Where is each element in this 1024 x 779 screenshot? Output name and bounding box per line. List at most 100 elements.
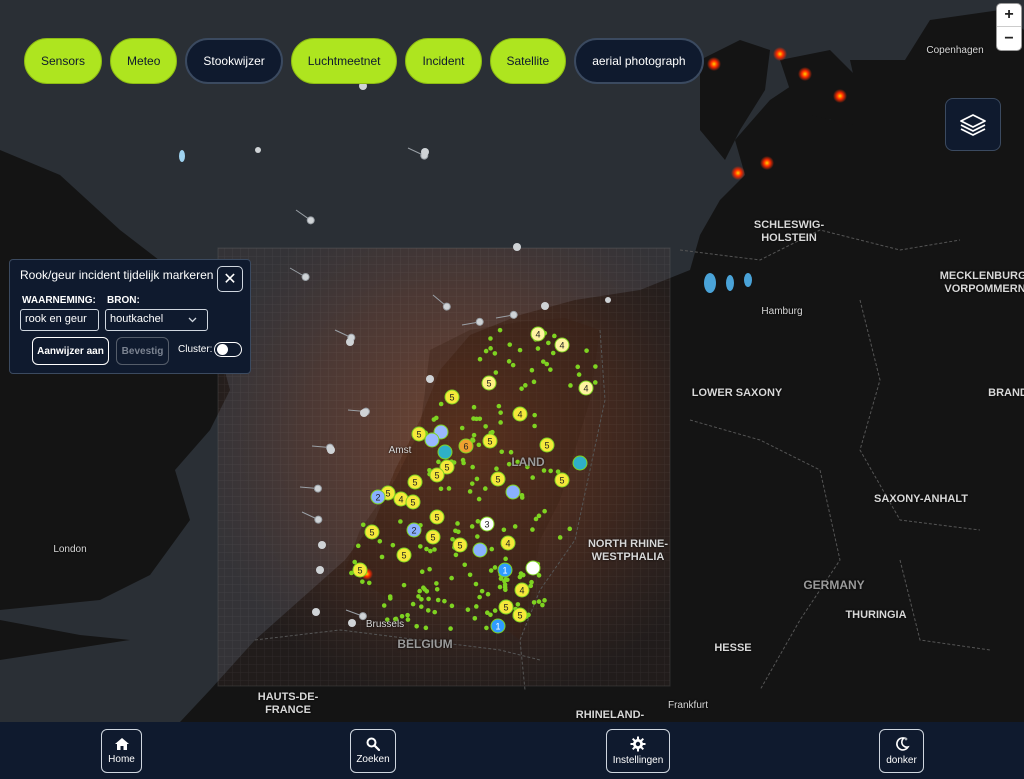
sensor-dot (469, 524, 475, 529)
sensor-dot (355, 543, 361, 549)
label-amsterdam: Amst (388, 445, 412, 456)
svg-text:5: 5 (457, 541, 462, 551)
waarneming-label: WAARNEMING: (22, 295, 96, 306)
bron-select[interactable]: houtkachel (105, 309, 208, 331)
layers-button[interactable] (945, 98, 1001, 151)
sensor-dot (484, 625, 489, 631)
sensor-dot (492, 565, 498, 570)
nav-settings-button[interactable]: Instellingen (606, 729, 670, 773)
zoom-out-button[interactable]: − (997, 27, 1021, 50)
close-button[interactable]: ✕ (217, 266, 243, 292)
cluster-toggle[interactable] (214, 342, 242, 357)
label-nrw: NORTH RHINE- WESTPHALIA (587, 538, 669, 563)
sensor-dot (467, 489, 473, 494)
sensor-dot (593, 364, 598, 369)
sensor-dot (488, 336, 493, 341)
svg-text:5: 5 (487, 437, 492, 447)
sensor-dot (435, 597, 441, 603)
svg-text:5: 5 (444, 463, 449, 473)
sensor-dot (424, 588, 430, 594)
sensor-dot (531, 379, 537, 385)
sensor-dot (434, 581, 439, 586)
cluster-marker: 5 (352, 562, 368, 578)
zoom-in-button[interactable]: + (997, 4, 1021, 27)
sensor-dot (377, 538, 383, 544)
cluster-marker (505, 484, 521, 500)
sensor-dot (448, 626, 453, 631)
chip-meteo[interactable]: Meteo (110, 38, 178, 84)
cluster-marker: 5 (396, 547, 412, 563)
sensor-dot (479, 588, 485, 594)
chip-satellite[interactable]: Satellite (489, 38, 567, 84)
bron-label: BRON: (107, 295, 140, 306)
svg-text:5: 5 (517, 611, 522, 621)
sensor-dot (519, 386, 524, 391)
sensor-dot (388, 596, 393, 601)
sensor-dot (432, 609, 438, 615)
sensor-dot (489, 546, 495, 552)
cluster-marker: 2 (406, 522, 422, 538)
svg-text:5: 5 (559, 476, 564, 486)
pointer-button[interactable]: Aanwijzer aan (32, 337, 109, 365)
nav-search-button[interactable]: Zoeken (350, 729, 396, 773)
chip-sensors[interactable]: Sensors (24, 38, 103, 84)
sensor-dot (424, 546, 429, 552)
label-germany: GERMANY (803, 578, 865, 592)
chip-incident[interactable]: Incident (405, 38, 482, 84)
sensor-dot (529, 367, 535, 373)
sensor-dot (427, 566, 432, 572)
sensor-dot (416, 594, 421, 599)
label-frankfurt: Frankfurt (667, 700, 709, 711)
sensor-dot (438, 401, 444, 407)
label-mecklenburg: MECKLENBURG- VORPOMMERN (939, 270, 1024, 295)
svg-text:4: 4 (517, 410, 522, 420)
sensor-dot (532, 423, 537, 429)
sensor-dot (474, 604, 479, 609)
label-hesse: HESSE (714, 642, 752, 654)
sensor-dot (455, 521, 460, 526)
svg-text:5: 5 (449, 393, 454, 403)
sensor-dot (483, 424, 488, 429)
sensor-dot (472, 616, 478, 621)
label-saxony-anhalt: SAXONY-ANHALT (874, 493, 968, 505)
cluster-marker: 4 (514, 582, 530, 598)
cluster-marker: 5 (444, 389, 460, 405)
svg-text:5: 5 (412, 478, 417, 488)
sensor-dot (517, 347, 523, 353)
nav-dark-mode-button[interactable]: donker (879, 729, 924, 773)
moon-icon (895, 737, 910, 751)
confirm-button[interactable]: Bevestig (116, 337, 169, 365)
nav-home-button[interactable]: Home (101, 729, 142, 773)
label-copenhagen: Copenhagen (926, 45, 984, 56)
svg-text:4: 4 (398, 495, 403, 505)
sensor-dot (436, 459, 441, 465)
svg-text:2: 2 (411, 526, 416, 536)
sensor-dot (552, 333, 557, 339)
cluster-marker: 5 (512, 607, 528, 623)
svg-text:5: 5 (369, 528, 374, 538)
cluster-marker (437, 444, 453, 460)
sensor-dot (492, 608, 498, 613)
chip-aerial-photograph[interactable]: aerial photograph (574, 38, 704, 84)
sensor-dot (442, 598, 447, 604)
sensor-dot (550, 350, 556, 356)
sensor-dot (477, 356, 483, 362)
svg-text:4: 4 (519, 586, 524, 596)
sensor-dot (528, 583, 534, 589)
svg-text:5: 5 (401, 551, 406, 561)
sensor-dot (501, 527, 507, 533)
cluster-marker: 1 (497, 562, 513, 578)
svg-text:4: 4 (583, 384, 588, 394)
sensor-dot (475, 534, 480, 539)
chip-luchtmeetnet[interactable]: Luchtmeetnet (290, 38, 398, 84)
label-thuringia: THURINGIA (845, 609, 907, 621)
chevron-down-icon (188, 317, 197, 323)
sensor-dot (530, 527, 535, 532)
cluster-marker (572, 455, 588, 471)
chip-stookwijzer[interactable]: Stookwijzer (185, 38, 283, 84)
cluster-marker: 5 (425, 529, 441, 545)
sensor-dot (425, 608, 431, 613)
sensor-dot (488, 568, 494, 573)
waarneming-select[interactable]: rook en geur (20, 309, 99, 331)
sensor-dot (523, 383, 528, 388)
